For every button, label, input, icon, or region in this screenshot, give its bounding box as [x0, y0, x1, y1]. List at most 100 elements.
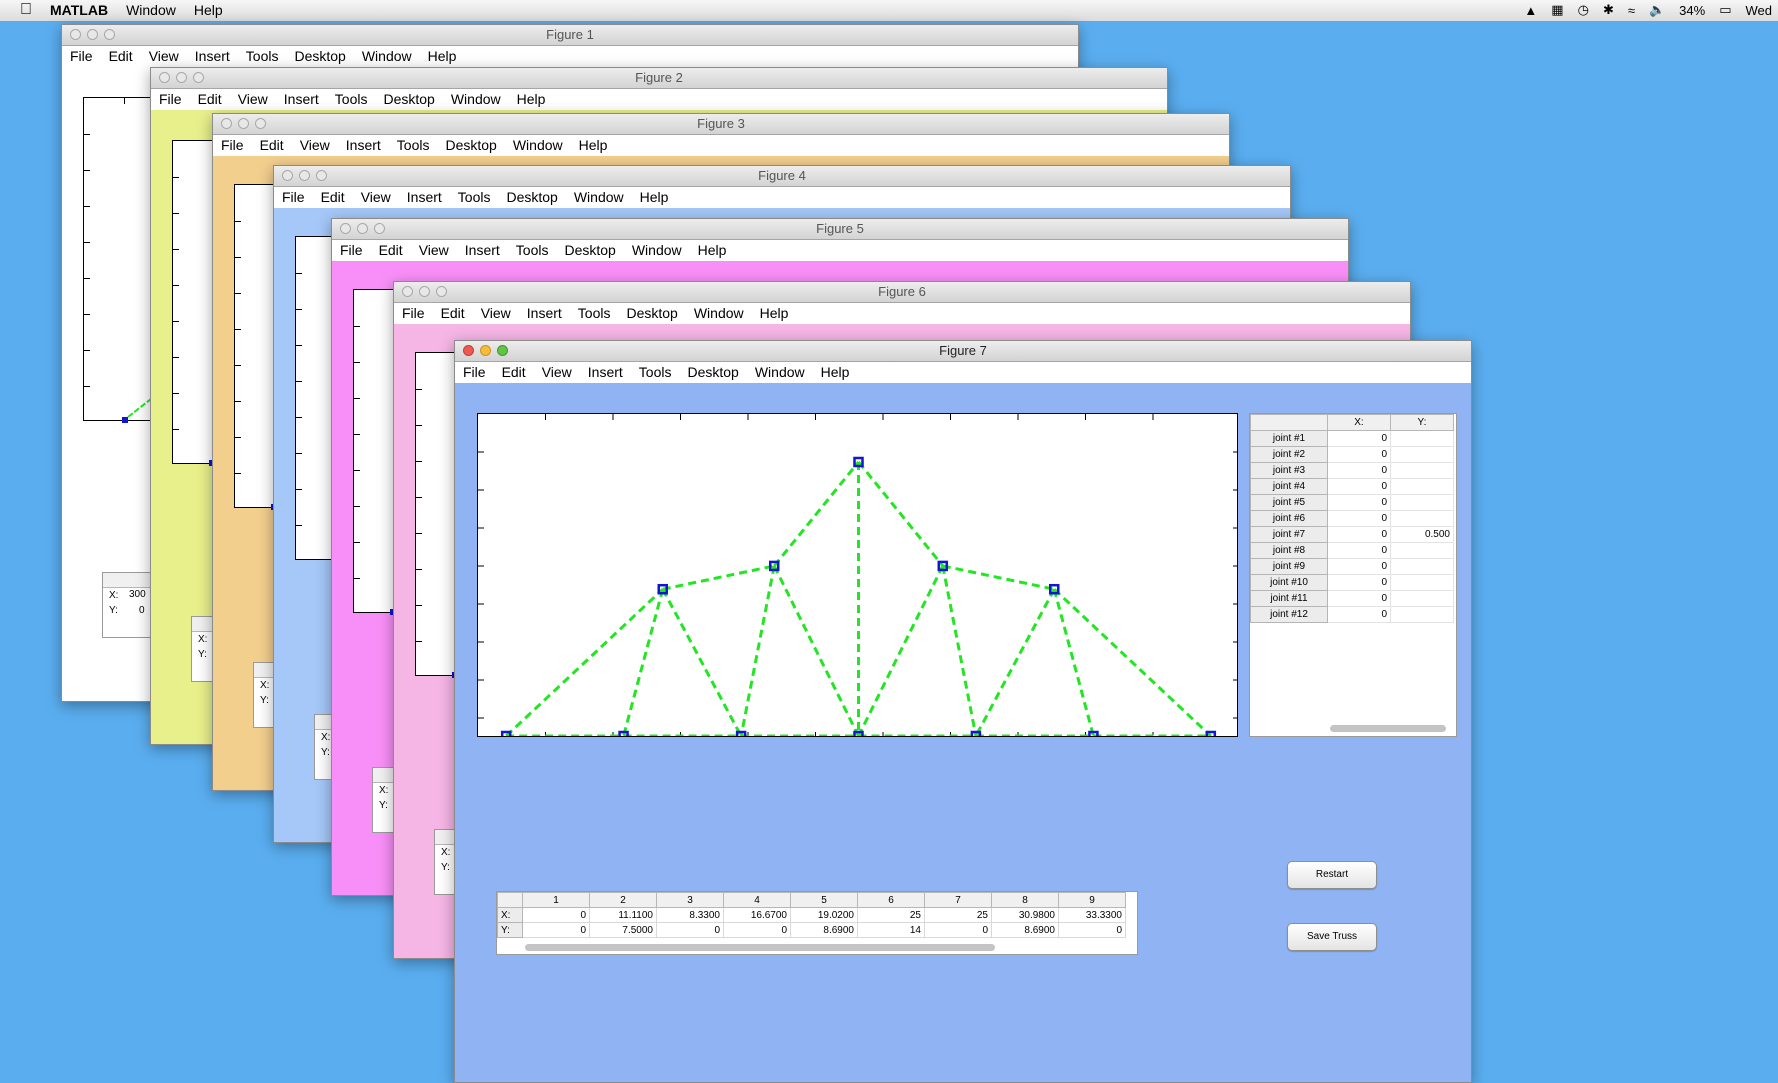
coords-y-cell[interactable]: 8.6900 — [790, 922, 858, 938]
menu-window[interactable]: Window — [572, 187, 634, 208]
menu-view[interactable]: View — [298, 135, 340, 156]
save-truss-button[interactable]: Save Truss — [1287, 923, 1377, 951]
minimize-button[interactable] — [176, 72, 187, 83]
window-titlebar[interactable]: Figure 6 — [394, 282, 1410, 303]
joint-y-cell[interactable] — [1390, 558, 1454, 575]
menu-insert[interactable]: Insert — [463, 240, 510, 261]
wifi-icon[interactable]: ≈ — [1628, 3, 1635, 18]
coords-column-header[interactable]: 2 — [589, 892, 657, 908]
joint-y-cell[interactable] — [1390, 494, 1454, 511]
coords-x-cell[interactable]: 16.6700 — [723, 907, 791, 923]
joint-y-cell[interactable] — [1390, 510, 1454, 527]
joint-y-cell[interactable] — [1390, 574, 1454, 591]
coords-y-cell[interactable]: 14 — [857, 922, 925, 938]
menu-tools[interactable]: Tools — [514, 240, 559, 261]
coords-y-cell[interactable]: 8.6900 — [991, 922, 1059, 938]
joint-x-cell[interactable]: 0 — [1327, 446, 1391, 463]
joint-y-cell[interactable] — [1390, 590, 1454, 607]
battery-percent[interactable]: 34% — [1679, 3, 1705, 18]
coords-x-cell[interactable]: 11.1100 — [589, 907, 657, 923]
menu-file[interactable]: File — [219, 135, 254, 156]
keyboard-icon[interactable]: ▦ — [1551, 2, 1563, 18]
menu-view[interactable]: View — [147, 46, 189, 67]
truss-plot-axes[interactable] — [477, 413, 1238, 737]
coords-y-cell[interactable]: 0 — [522, 922, 590, 938]
figure-window-7[interactable]: Figure 7 File Edit View Insert Tools Desktop Wi… — [454, 340, 1472, 1083]
menu-desktop[interactable]: Desktop — [443, 135, 506, 156]
restart-button[interactable]: Restart — [1287, 861, 1377, 889]
menu-window[interactable]: Window — [511, 135, 573, 156]
coords-x-cell[interactable]: 33.3300 — [1058, 907, 1126, 923]
menu-view[interactable]: View — [479, 303, 521, 324]
zoom-button[interactable] — [374, 223, 385, 234]
menu-tools[interactable]: Tools — [576, 303, 621, 324]
app-menu[interactable]: MATLAB — [50, 2, 108, 18]
coords-x-cell[interactable]: 8.3300 — [656, 907, 724, 923]
window-titlebar[interactable]: Figure 1 — [62, 25, 1078, 46]
coords-x-cell[interactable]: 19.0200 — [790, 907, 858, 923]
coords-y-cell[interactable]: 0 — [723, 922, 791, 938]
menu-edit[interactable]: Edit — [258, 135, 294, 156]
close-button[interactable] — [159, 72, 170, 83]
menu-window[interactable]: Window — [692, 303, 754, 324]
joint-x-cell[interactable]: 0 — [1327, 510, 1391, 527]
coords-column-header[interactable]: 7 — [924, 892, 992, 908]
menu-view[interactable]: View — [236, 89, 278, 110]
close-button[interactable] — [402, 286, 413, 297]
menubar-help-menu[interactable]: Help — [194, 2, 223, 18]
menu-window[interactable]: Window — [753, 362, 815, 383]
close-button[interactable] — [340, 223, 351, 234]
menu-help[interactable]: Help — [426, 46, 467, 67]
menu-file[interactable]: File — [338, 240, 373, 261]
coords-y-cell[interactable]: 0 — [656, 922, 724, 938]
joint-y-cell[interactable] — [1390, 606, 1454, 623]
menu-desktop[interactable]: Desktop — [504, 187, 567, 208]
joint-x-cell[interactable]: 0 — [1327, 526, 1391, 543]
coords-x-cell[interactable]: 0 — [522, 907, 590, 923]
zoom-button[interactable] — [104, 29, 115, 40]
joint-x-cell[interactable]: 0 — [1327, 558, 1391, 575]
coords-table-scrollbar[interactable] — [525, 944, 995, 951]
menu-tools[interactable]: Tools — [244, 46, 289, 67]
menu-file[interactable]: File — [157, 89, 192, 110]
coords-column-header[interactable]: 4 — [723, 892, 791, 908]
menu-help[interactable]: Help — [758, 303, 799, 324]
joint-y-cell[interactable] — [1390, 430, 1454, 447]
joint-x-cell[interactable]: 0 — [1327, 478, 1391, 495]
clock-day[interactable]: Wed — [1746, 3, 1773, 18]
close-button[interactable] — [221, 118, 232, 129]
menu-file[interactable]: File — [461, 362, 496, 383]
coords-x-cell[interactable]: 30.9800 — [991, 907, 1059, 923]
window-titlebar[interactable]: Figure 5 — [332, 219, 1348, 240]
joint-x-cell[interactable]: 0 — [1327, 430, 1391, 447]
coords-column-header[interactable]: 1 — [522, 892, 590, 908]
joints-y-header[interactable]: Y: — [1390, 414, 1454, 431]
menu-insert[interactable]: Insert — [586, 362, 633, 383]
menu-edit[interactable]: Edit — [377, 240, 413, 261]
menu-window[interactable]: Window — [360, 46, 422, 67]
menu-tools[interactable]: Tools — [395, 135, 440, 156]
menu-window[interactable]: Window — [630, 240, 692, 261]
menu-desktop[interactable]: Desktop — [292, 46, 355, 67]
coords-column-header[interactable]: 8 — [991, 892, 1059, 908]
close-button[interactable] — [282, 170, 293, 181]
joint-x-cell[interactable]: 0 — [1327, 590, 1391, 607]
menu-view[interactable]: View — [359, 187, 401, 208]
menu-file[interactable]: File — [400, 303, 435, 324]
close-button[interactable] — [463, 345, 474, 356]
coords-x-cell[interactable]: 25 — [924, 907, 992, 923]
joint-x-cell[interactable]: 0 — [1327, 542, 1391, 559]
coords-column-header[interactable]: 3 — [656, 892, 724, 908]
coords-column-header[interactable]: 5 — [790, 892, 858, 908]
menu-insert[interactable]: Insert — [344, 135, 391, 156]
menu-insert[interactable]: Insert — [525, 303, 572, 324]
menu-insert[interactable]: Insert — [405, 187, 452, 208]
joint-x-cell[interactable]: 0 — [1327, 606, 1391, 623]
drive-icon[interactable]: ▲ — [1524, 3, 1537, 18]
menu-insert[interactable]: Insert — [193, 46, 240, 67]
coords-x-cell[interactable]: 25 — [857, 907, 925, 923]
joint-y-cell[interactable]: 0.500 — [1390, 526, 1454, 543]
minimize-button[interactable] — [238, 118, 249, 129]
close-button[interactable] — [70, 29, 81, 40]
menu-tools[interactable]: Tools — [333, 89, 378, 110]
